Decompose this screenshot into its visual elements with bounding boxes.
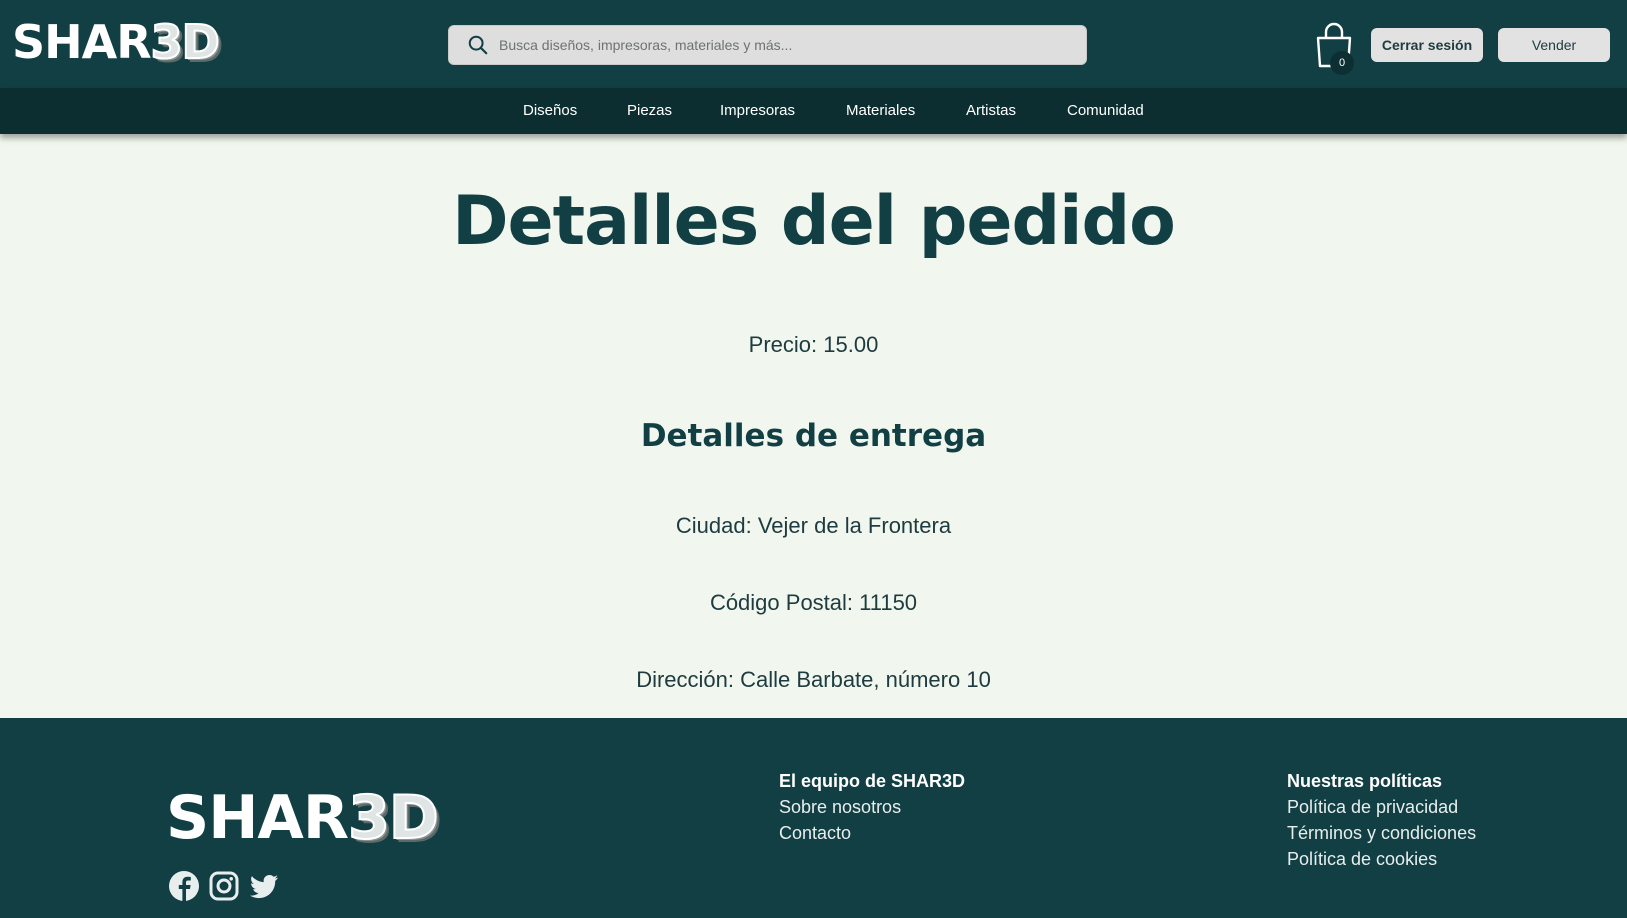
footer-link-privacy[interactable]: Política de privacidad xyxy=(1287,797,1476,823)
search-icon xyxy=(468,35,488,55)
logo-text-3: 3 xyxy=(347,782,391,854)
social-links xyxy=(168,870,280,902)
cart-count-badge: 0 xyxy=(1330,51,1354,75)
logo-text-shar: SHAR xyxy=(166,783,349,853)
sell-button[interactable]: Vender xyxy=(1498,28,1610,62)
delivery-details-heading: Detalles de entrega xyxy=(640,418,987,454)
logo-text-shar: SHAR xyxy=(12,15,152,69)
logo-text-d: D xyxy=(181,14,221,70)
footer-team-column: El equipo de SHAR3D Sobre nosotros Conta… xyxy=(779,771,965,849)
main-nav: Diseños Piezas Impresoras Materiales Art… xyxy=(0,88,1627,134)
nav-item-disenos[interactable]: Diseños xyxy=(523,102,577,119)
site-logo[interactable]: SHAR 3 D xyxy=(12,12,221,72)
page-title: Detalles del pedido xyxy=(452,182,1176,261)
footer-logo[interactable]: SHAR 3 D xyxy=(166,778,440,858)
instagram-icon[interactable] xyxy=(208,870,240,902)
nav-item-comunidad[interactable]: Comunidad xyxy=(1067,102,1144,119)
logo-text-d: D xyxy=(388,782,440,854)
search-input[interactable] xyxy=(499,37,1059,53)
delivery-address: Dirección: Calle Barbate, número 10 xyxy=(636,667,991,692)
footer-link-cookies[interactable]: Política de cookies xyxy=(1287,849,1476,875)
footer-link-contact[interactable]: Contacto xyxy=(779,823,965,849)
twitter-icon[interactable] xyxy=(248,870,280,902)
order-price: Precio: 15.00 xyxy=(748,332,879,357)
footer-policies-heading: Nuestras políticas xyxy=(1287,771,1443,791)
footer-policies-column: Nuestras políticas Política de privacida… xyxy=(1287,771,1476,875)
footer-team-heading: El equipo de SHAR3D xyxy=(779,771,966,791)
logo-text-3: 3 xyxy=(150,14,184,70)
facebook-icon[interactable] xyxy=(168,870,200,902)
nav-item-impresoras[interactable]: Impresoras xyxy=(720,102,795,119)
top-header: SHAR3D 0 Cerrar sesión Vender xyxy=(0,0,1627,88)
logout-button[interactable]: Cerrar sesión xyxy=(1371,28,1483,62)
nav-item-artistas[interactable]: Artistas xyxy=(966,102,1016,119)
delivery-city: Ciudad: Vejer de la Frontera xyxy=(675,513,952,538)
nav-item-piezas[interactable]: Piezas xyxy=(627,102,672,119)
delivery-postal-code: Código Postal: 11150 xyxy=(709,590,918,615)
footer-link-about[interactable]: Sobre nosotros xyxy=(779,797,965,823)
nav-item-materiales[interactable]: Materiales xyxy=(846,102,915,119)
search-bar[interactable] xyxy=(448,25,1087,65)
footer-link-terms[interactable]: Términos y condiciones xyxy=(1287,823,1476,849)
